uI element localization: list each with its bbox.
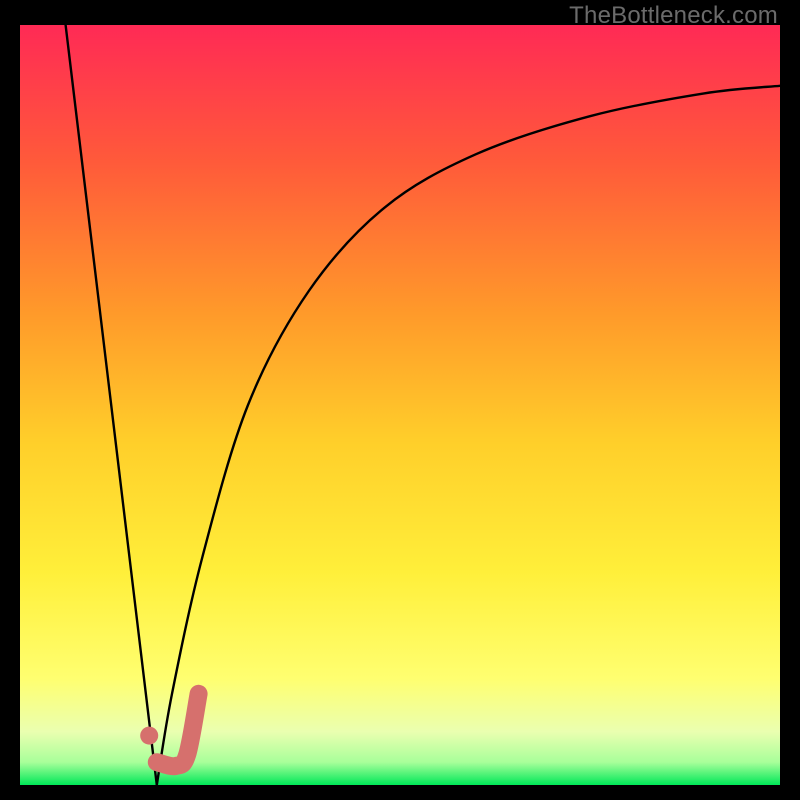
watermark-text: TheBottleneck.com	[569, 2, 778, 30]
j-marker-dot	[140, 727, 158, 745]
chart-frame	[20, 25, 780, 785]
gradient-background	[20, 25, 780, 785]
bottleneck-chart	[20, 25, 780, 785]
